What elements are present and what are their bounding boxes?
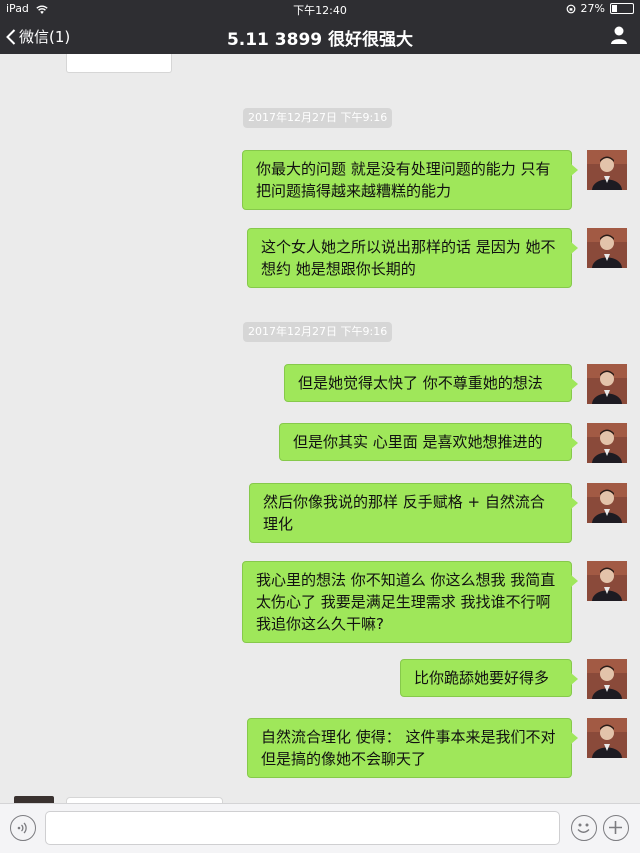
message-input[interactable] bbox=[45, 811, 560, 845]
avatar-photo bbox=[587, 659, 627, 699]
avatar[interactable] bbox=[587, 483, 627, 523]
message-bubble[interactable]: 这个女人她之所以说出那样的话 是因为 她不想约 她是想跟你长期的 bbox=[247, 228, 578, 288]
input-bar bbox=[0, 803, 640, 853]
avatar-photo bbox=[587, 423, 627, 463]
message-bubble[interactable]: 比你跪舔她要好得多 bbox=[400, 659, 578, 697]
avatar[interactable] bbox=[587, 718, 627, 758]
back-button[interactable]: 微信(1) bbox=[6, 26, 70, 47]
avatar[interactable] bbox=[587, 228, 627, 268]
avatar[interactable] bbox=[587, 364, 627, 404]
avatar[interactable] bbox=[587, 150, 627, 190]
avatar-photo bbox=[587, 561, 627, 601]
chat-title: 5.11 3899 很好很强大 bbox=[226, 30, 414, 50]
rotation-lock-icon bbox=[566, 4, 575, 13]
previous-message-card bbox=[66, 54, 172, 73]
chevron-left-icon bbox=[6, 28, 16, 45]
avatar-photo bbox=[587, 718, 627, 758]
person-icon[interactable] bbox=[610, 25, 628, 45]
status-bar: iPad 下午12:40 27% bbox=[0, 0, 640, 18]
timestamp: 2017年12月27日 下午9:16 bbox=[243, 322, 393, 342]
more-button[interactable] bbox=[603, 815, 629, 841]
message-bubble[interactable]: 但是她觉得太快了 你不尊重她的想法 bbox=[284, 364, 578, 402]
voice-button[interactable] bbox=[10, 815, 36, 841]
avatar[interactable] bbox=[587, 659, 627, 699]
emoji-button[interactable] bbox=[571, 815, 597, 841]
nav-bar: 微信(1) 5.11 3899 很好很强大 bbox=[0, 18, 640, 54]
message-bubble[interactable]: 自然流合理化 使得： 这件事本来是我们不对 但是搞的像她不会聊天了 bbox=[247, 718, 578, 778]
avatar-photo bbox=[587, 483, 627, 523]
emoji-icon bbox=[577, 823, 590, 833]
message-bubble[interactable]: 你最大的问题 就是没有处理问题的能力 只有把问题搞得越来越糟糕的能力 bbox=[242, 150, 578, 210]
avatar[interactable] bbox=[587, 561, 627, 601]
back-label: 微信(1) bbox=[19, 28, 71, 46]
battery-fill bbox=[612, 5, 617, 12]
contact-avatar[interactable] bbox=[14, 796, 54, 803]
avatar[interactable] bbox=[587, 423, 627, 463]
message-bubble[interactable]: 但是你其实 心里面 是喜欢她想推进的 bbox=[279, 423, 578, 461]
plus-icon bbox=[609, 821, 622, 834]
battery-icon bbox=[610, 3, 634, 14]
status-time: 下午12:40 bbox=[293, 4, 347, 17]
avatar-photo bbox=[587, 364, 627, 404]
message-bubble[interactable]: 然后你像我说的那样 反手赋格 + 自然流合理化 bbox=[249, 483, 578, 543]
voice-icon bbox=[17, 822, 27, 834]
avatar-photo bbox=[587, 150, 627, 190]
timestamp: 2017年12月27日 下午9:16 bbox=[243, 108, 393, 128]
battery-percent: 27% bbox=[580, 2, 605, 15]
message-bubble[interactable]: 我心里的想法 你不知道么 你这么想我 我简直太伤心了 我要是满足生理需求 我找谁… bbox=[242, 561, 578, 643]
status-right: 27% bbox=[566, 2, 634, 15]
avatar-photo bbox=[587, 228, 627, 268]
chat-area[interactable]: 2017年12月27日 下午9:16 你最大的问题 就是没有处理问题的能力 只有… bbox=[0, 54, 640, 803]
